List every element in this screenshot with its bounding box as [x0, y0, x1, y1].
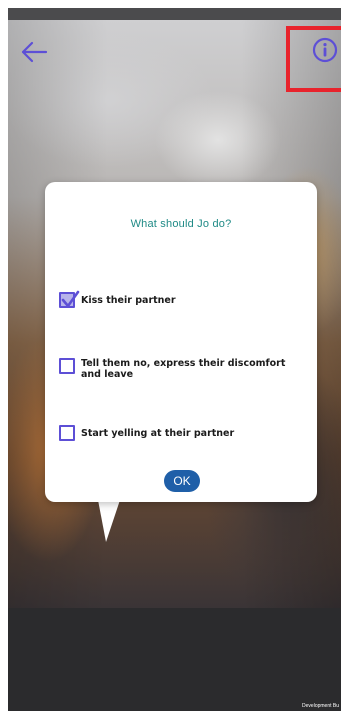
info-circle-icon	[312, 37, 338, 63]
checkbox-unchecked[interactable]	[59, 358, 75, 374]
info-button[interactable]	[311, 36, 339, 64]
option-tell-no[interactable]: Tell them no, express their discomfort a…	[59, 358, 301, 380]
checkbox-checked[interactable]	[59, 290, 80, 308]
option-kiss-partner[interactable]: Kiss their partner	[59, 290, 301, 308]
dialog-question: What should Jo do?	[130, 218, 232, 230]
option-label: Start yelling at their partner	[81, 428, 235, 439]
bottom-area: Development Bu	[8, 608, 341, 711]
option-start-yelling[interactable]: Start yelling at their partner	[59, 425, 301, 441]
choice-dialog: What should Jo do? Kiss their partner Te…	[45, 182, 317, 502]
check-icon	[61, 290, 80, 308]
dialog-tail	[98, 500, 120, 542]
dev-label: Development Bu	[302, 703, 339, 709]
status-bar	[8, 8, 341, 20]
option-label: Kiss their partner	[81, 295, 176, 306]
checkbox-unchecked[interactable]	[59, 425, 75, 441]
app-screen: Development Bu What should Jo do? Kiss t…	[8, 8, 341, 711]
back-button[interactable]	[14, 32, 54, 72]
ok-button[interactable]: OK	[164, 470, 200, 492]
arrow-left-icon	[21, 41, 48, 63]
option-label: Tell them no, express their discomfort a…	[81, 358, 286, 380]
